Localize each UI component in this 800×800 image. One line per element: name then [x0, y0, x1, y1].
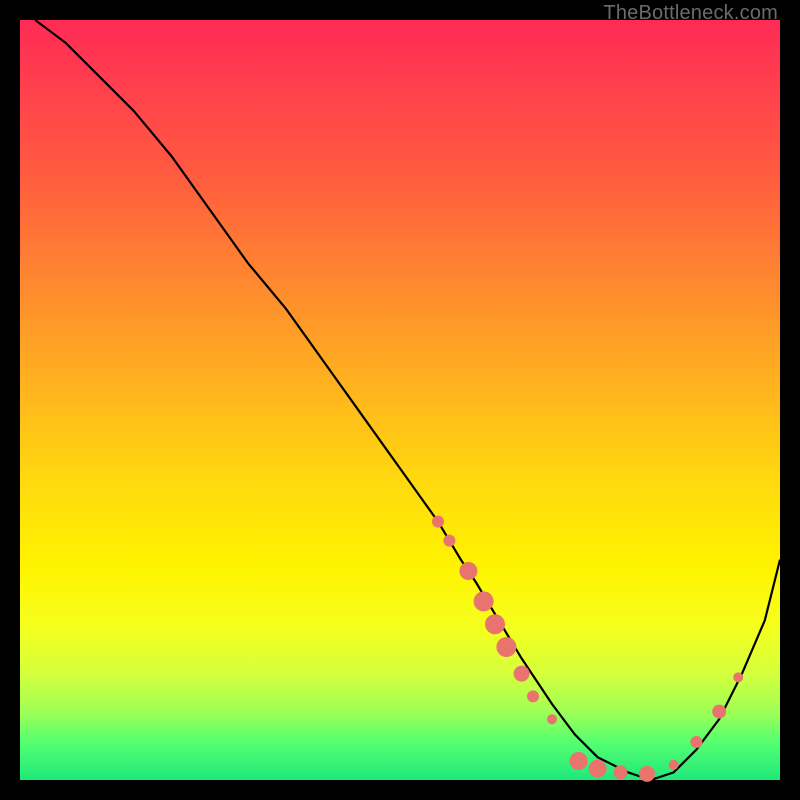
data-marker	[733, 672, 743, 682]
data-marker	[613, 765, 627, 779]
data-marker	[485, 614, 505, 634]
data-marker	[432, 516, 444, 528]
data-marker	[547, 714, 557, 724]
data-marker	[690, 736, 702, 748]
data-marker	[589, 760, 607, 778]
chart-stage: TheBottleneck.com	[0, 0, 800, 800]
data-marker	[496, 637, 516, 657]
data-marker	[443, 535, 455, 547]
bottleneck-curve	[35, 20, 780, 780]
data-marker	[514, 666, 530, 682]
data-marker	[474, 591, 494, 611]
data-marker	[669, 760, 679, 770]
gradient-plot-area	[20, 20, 780, 780]
data-marker	[712, 705, 726, 719]
curve-overlay	[20, 20, 780, 780]
data-marker	[527, 690, 539, 702]
data-marker	[459, 562, 477, 580]
watermark-text: TheBottleneck.com	[603, 2, 778, 25]
data-marker	[570, 752, 588, 770]
data-markers	[432, 516, 743, 782]
data-marker	[639, 766, 655, 782]
